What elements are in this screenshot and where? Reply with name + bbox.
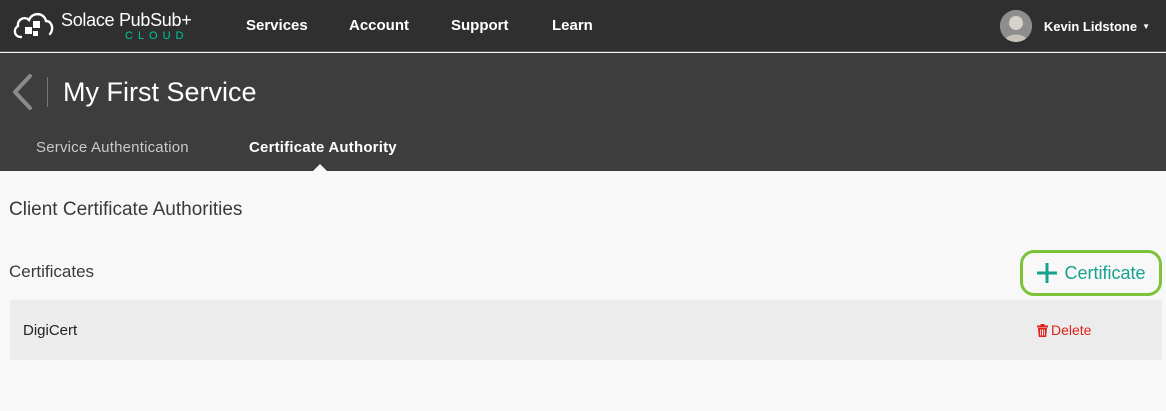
certificate-name: DigiCert [23,322,78,339]
user-name: Kevin Lidstone [1043,18,1138,34]
section-title: Client Certificate Authorities [9,199,243,220]
nav-item-account[interactable]: Account [349,17,409,34]
nav-item-services[interactable]: Services [246,17,308,34]
nav-item-learn[interactable]: Learn [552,17,593,34]
page-title: My First Service [63,77,257,107]
add-certificate-label: Certificate [1064,262,1146,283]
top-navbar: Solace PubSub+ CLOUD Services Account Su… [0,0,1166,52]
delete-button[interactable]: Delete [1037,322,1091,338]
certificates-heading: Certificates [9,262,95,281]
tab-certificate-authority[interactable]: Certificate Authority [249,139,397,156]
caret-down-icon: ▼ [1142,21,1150,31]
plus-icon [1037,263,1058,283]
user-avatar-icon [999,10,1032,42]
tab-service-authentication[interactable]: Service Authentication [36,139,189,156]
brand-subtitle: CLOUD [125,30,189,42]
back-button[interactable] [8,73,38,111]
table-row: DigiCert Delete [10,300,1162,360]
delete-label: Delete [1051,322,1092,338]
brand[interactable]: Solace PubSub+ CLOUD [11,6,211,46]
trash-icon [1037,323,1048,337]
user-menu[interactable]: Kevin Lidstone ▼ [999,9,1150,43]
nav-item-support[interactable]: Support [451,17,509,34]
service-header: My First Service Service Authentication … [0,53,1166,171]
header-divider [47,77,48,107]
add-certificate-button[interactable]: Certificate [1020,250,1162,296]
active-tab-indicator [313,164,327,171]
chevron-left-icon [13,74,32,110]
brand-name: Solace PubSub+ [61,10,192,30]
solace-cloud-logo-icon [13,12,54,39]
